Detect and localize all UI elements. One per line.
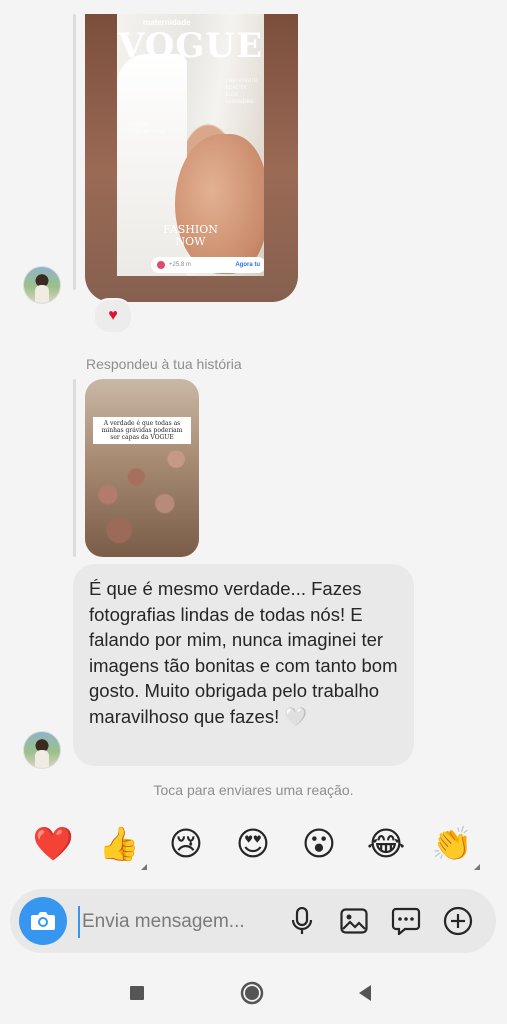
sender-avatar[interactable] bbox=[23, 266, 61, 304]
microphone-icon bbox=[291, 907, 313, 934]
story-sticker-pill: +25,8 m Agora tu bbox=[151, 257, 264, 273]
microphone-button[interactable] bbox=[286, 905, 318, 937]
more-variants-icon bbox=[474, 864, 480, 870]
cover-fashion-text: FASHION NOW bbox=[163, 223, 218, 248]
cover-left-text: VOGUE COLLECTION bbox=[129, 122, 165, 135]
gallery-icon bbox=[340, 908, 368, 934]
replied-story-flowers[interactable]: A verdade é que todas as minhas grávidas… bbox=[85, 379, 199, 557]
plus-button[interactable] bbox=[442, 905, 474, 937]
back-button[interactable] bbox=[348, 976, 382, 1010]
quick-reactions-bar: ❤️ 👍 😢 😍 😮 😂 👏 bbox=[0, 822, 507, 870]
system-navigation-bar bbox=[0, 960, 507, 1024]
gallery-button[interactable] bbox=[338, 905, 370, 937]
message-bubble[interactable]: É que é mesmo verdade... Fazes fotografi… bbox=[73, 564, 414, 766]
story-caption-text: A verdade é que todas as minhas grávidas… bbox=[93, 417, 191, 444]
home-icon bbox=[240, 981, 264, 1005]
camera-icon bbox=[31, 912, 55, 930]
cover-side-text: THE VOGUE BEAUTY KIDS MANNERS bbox=[225, 78, 258, 105]
reaction-thumbs-up-emoji[interactable]: 👍 bbox=[97, 822, 147, 870]
reaction-clapping-emoji[interactable]: 👏 bbox=[430, 822, 480, 870]
reaction-hint: Toca para enviares uma reação. bbox=[153, 782, 354, 798]
plus-icon bbox=[443, 906, 473, 936]
message-input[interactable] bbox=[78, 906, 274, 938]
message-composer bbox=[10, 889, 496, 953]
sticker-button[interactable] bbox=[390, 905, 422, 937]
recents-icon bbox=[130, 986, 144, 1000]
recents-button[interactable] bbox=[120, 976, 154, 1010]
reply-caption: Respondeu à tua história bbox=[86, 356, 242, 372]
avatar-dot-icon bbox=[157, 261, 165, 269]
clapping-icon: 👏 bbox=[431, 824, 473, 863]
sticker-icon bbox=[391, 907, 421, 935]
reaction-crying-emoji[interactable]: 😢 bbox=[164, 822, 208, 866]
reaction-heart-emoji[interactable]: ❤️ bbox=[31, 822, 75, 866]
reaction-heart-eyes-emoji[interactable]: 😍 bbox=[231, 822, 275, 866]
home-button[interactable] bbox=[235, 976, 269, 1010]
camera-button[interactable] bbox=[19, 897, 67, 945]
sender-avatar[interactable] bbox=[23, 731, 61, 769]
reply-thread-line bbox=[73, 14, 76, 290]
vogue-cover-image: maternidade VOGUE THE VOGUE BEAUTY KIDS … bbox=[117, 14, 264, 276]
reply-thread-line bbox=[73, 379, 76, 557]
sticker-time: Agora tu bbox=[235, 262, 260, 268]
back-icon bbox=[359, 985, 371, 1001]
reaction-surprised-emoji[interactable]: 😮 bbox=[297, 822, 341, 866]
shared-story-vogue[interactable]: maternidade VOGUE THE VOGUE BEAUTY KIDS … bbox=[85, 14, 298, 302]
heart-icon: ♥ bbox=[108, 307, 118, 324]
sticker-count: +25,8 m bbox=[169, 262, 191, 268]
thumbs-up-icon: 👍 bbox=[98, 824, 140, 863]
more-variants-icon bbox=[141, 864, 147, 870]
reaction-laughing-emoji[interactable]: 😂 bbox=[364, 822, 408, 866]
cover-title: VOGUE bbox=[117, 26, 263, 66]
heart-reaction-badge[interactable]: ♥ bbox=[93, 298, 133, 334]
